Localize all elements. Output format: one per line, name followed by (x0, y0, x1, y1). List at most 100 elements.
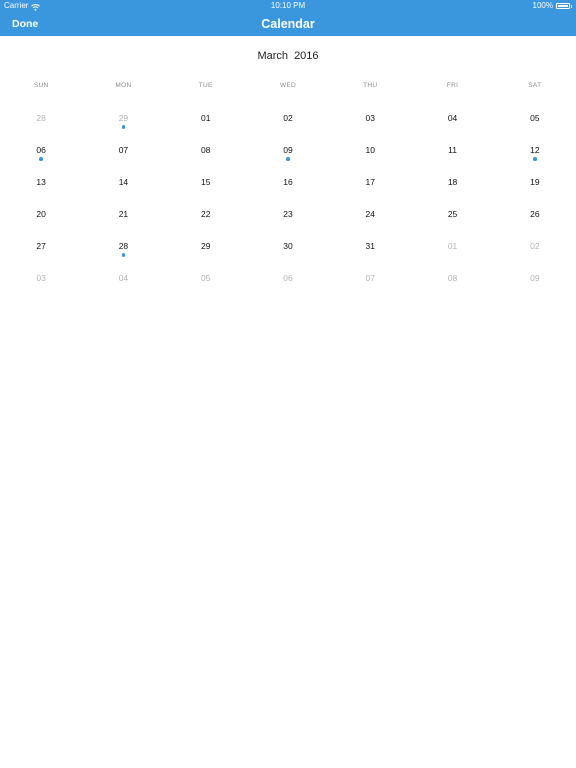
weekday-label: MON (115, 82, 132, 89)
day-cell[interactable]: 25 (411, 198, 493, 230)
weekday-label: FRI (446, 82, 459, 89)
day-cell[interactable]: 22 (165, 198, 247, 230)
day-cell[interactable]: 18 (411, 166, 493, 198)
day-cell[interactable]: 01 (165, 102, 247, 134)
day-cell[interactable]: 24 (329, 198, 411, 230)
day-number: 09 (530, 273, 540, 283)
day-cell-adjacent-month[interactable]: 04 (82, 262, 164, 294)
day-number: 03 (36, 273, 46, 283)
header: Carrier 10:10 PM 100% Done Calendar (0, 0, 576, 36)
day-cell[interactable]: 06 (0, 134, 82, 166)
day-cell-adjacent-month[interactable]: 07 (329, 262, 411, 294)
day-number: 25 (447, 209, 458, 219)
day-number: 27 (36, 241, 46, 251)
day-number: 03 (365, 113, 375, 123)
day-cell[interactable]: 13 (0, 166, 82, 198)
day-cell[interactable]: 05 (494, 102, 576, 134)
day-cell-adjacent-month[interactable]: 06 (247, 262, 329, 294)
day-number: 04 (447, 113, 458, 123)
day-cell-adjacent-month[interactable]: 09 (494, 262, 576, 294)
day-cell[interactable]: 11 (411, 134, 493, 166)
day-cell[interactable]: 31 (329, 230, 411, 262)
day-number: 14 (118, 177, 129, 187)
day-cell[interactable]: 17 (329, 166, 411, 198)
weekday-label: THU (363, 82, 378, 89)
status-bar: Carrier 10:10 PM 100% (0, 0, 576, 12)
page-title: Calendar (261, 17, 315, 31)
day-cell-adjacent-month[interactable]: 05 (165, 262, 247, 294)
battery-cap (571, 4, 572, 8)
day-number: 28 (36, 113, 46, 123)
day-number: 31 (365, 241, 375, 251)
weekday-header: SUN MON TUE WED THU FRI SAT (0, 82, 576, 92)
day-cell-adjacent-month[interactable]: 28 (0, 102, 82, 134)
day-cell[interactable]: 29 (165, 230, 247, 262)
day-cell-adjacent-month[interactable]: 29 (82, 102, 164, 134)
calendar-grid: 28 29 01 02 03 04 05 06 07 08 09 10 11 12 13 14 15 16 17 18… (0, 102, 576, 294)
day-number: 01 (447, 241, 458, 251)
battery-fill (558, 5, 568, 7)
day-cell[interactable]: 20 (0, 198, 82, 230)
day-cell[interactable]: 26 (494, 198, 576, 230)
day-cell[interactable]: 30 (247, 230, 329, 262)
day-cell-adjacent-month[interactable]: 01 (411, 230, 493, 262)
weekday-label: WED (279, 82, 297, 89)
event-dot-icon (121, 125, 126, 129)
day-number: 12 (530, 145, 540, 155)
day-number: 29 (200, 241, 211, 251)
day-cell[interactable]: 16 (247, 166, 329, 198)
weekday-label: SUN (33, 82, 49, 89)
battery-percent: 100% (532, 1, 553, 10)
day-cell-adjacent-month[interactable]: 03 (0, 262, 82, 294)
day-number: 29 (118, 113, 129, 123)
day-cell[interactable]: 27 (0, 230, 82, 262)
day-cell[interactable]: 14 (82, 166, 164, 198)
day-number: 19 (530, 177, 540, 187)
day-number: 07 (118, 145, 129, 155)
day-number: 02 (530, 241, 540, 251)
status-right: 100% (533, 0, 572, 12)
weekday-label: TUE (198, 82, 213, 89)
day-number: 08 (447, 273, 458, 283)
day-number: 06 (36, 145, 46, 155)
day-cell[interactable]: 08 (165, 134, 247, 166)
battery-icon (556, 3, 570, 9)
done-button[interactable]: Done (12, 12, 38, 36)
day-number: 07 (365, 273, 375, 283)
day-cell[interactable]: 07 (82, 134, 164, 166)
day-number: 05 (200, 273, 211, 283)
day-cell[interactable]: 12 (494, 134, 576, 166)
event-dot-icon (121, 253, 126, 257)
month-label: March (257, 50, 288, 62)
event-dot-icon (533, 157, 537, 161)
day-number: 10 (365, 145, 375, 155)
day-number: 30 (283, 241, 293, 251)
day-number: 11 (448, 145, 457, 155)
event-dot-icon (286, 157, 290, 161)
year-label: 2016 (294, 50, 319, 62)
day-cell-adjacent-month[interactable]: 02 (494, 230, 576, 262)
day-cell[interactable]: 03 (329, 102, 411, 134)
day-cell[interactable]: 28 (82, 230, 164, 262)
weekday-label: SAT (528, 82, 542, 89)
day-cell[interactable]: 23 (247, 198, 329, 230)
day-number: 23 (283, 209, 293, 219)
day-number: 26 (530, 209, 540, 219)
day-cell[interactable]: 04 (411, 102, 493, 134)
day-cell[interactable]: 15 (165, 166, 247, 198)
day-number: 22 (200, 209, 211, 219)
day-number: 16 (283, 177, 293, 187)
day-cell-adjacent-month[interactable]: 08 (411, 262, 493, 294)
day-cell[interactable]: 02 (247, 102, 329, 134)
day-number: 13 (36, 177, 46, 187)
day-cell[interactable]: 21 (82, 198, 164, 230)
event-dot-icon (39, 157, 43, 161)
day-number: 15 (200, 177, 211, 187)
day-number: 24 (365, 209, 375, 219)
day-cell[interactable]: 09 (247, 134, 329, 166)
day-cell[interactable]: 10 (329, 134, 411, 166)
day-number: 20 (36, 209, 46, 219)
day-cell[interactable]: 19 (494, 166, 576, 198)
day-number: 04 (118, 273, 129, 283)
day-number: 06 (283, 273, 293, 283)
